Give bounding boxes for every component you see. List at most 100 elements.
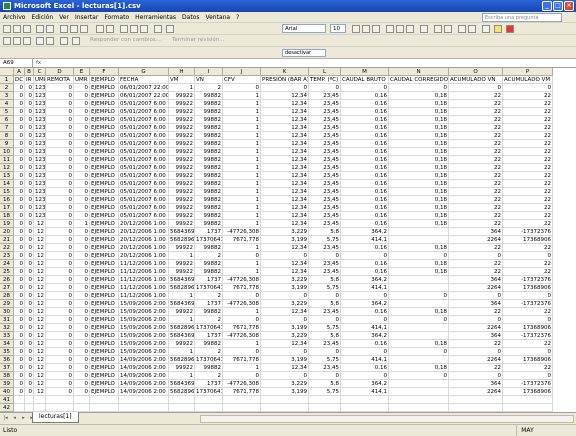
grid-cell[interactable]: 05/01/2007 6:00 [119, 108, 169, 116]
row-header[interactable]: 34 [0, 340, 14, 348]
column-header[interactable]: K [261, 68, 309, 76]
grid-cell[interactable]: 0 [25, 260, 34, 268]
grid-cell[interactable]: 0 [74, 180, 90, 188]
grid-cell[interactable]: 414,1 [341, 324, 389, 332]
grid-cell[interactable]: 12,34 [261, 132, 309, 140]
menu-item[interactable]: Insertar [72, 12, 101, 23]
grid-cell[interactable]: 0,16 [341, 116, 389, 124]
grid-cell[interactable]: 0,16 [341, 204, 389, 212]
menu-item[interactable]: ? [233, 12, 242, 23]
grid-cell[interactable] [309, 396, 341, 404]
grid-cell[interactable]: 0 [46, 100, 74, 108]
grid-cell[interactable]: 1 [223, 124, 261, 132]
grid-cell[interactable]: 0 [46, 236, 74, 244]
row-header[interactable]: 27 [0, 284, 14, 292]
grid-cell[interactable]: 0,16 [341, 132, 389, 140]
grid-cell[interactable]: EJEMPLO [90, 332, 119, 340]
grid-cell[interactable]: 23,45 [309, 148, 341, 156]
grid-cell[interactable]: 5682896 [169, 388, 195, 396]
grid-cell[interactable] [119, 404, 169, 412]
grid-cell[interactable]: 22 [503, 180, 553, 188]
grid-cell[interactable]: 22 [503, 124, 553, 132]
redo-icon[interactable] [106, 25, 114, 33]
grid-cell[interactable]: 1 [74, 220, 90, 228]
grid-cell[interactable]: 0,16 [341, 340, 389, 348]
grid-cell[interactable]: 22 [449, 108, 503, 116]
grid-cell[interactable]: 123 [34, 132, 46, 140]
grid-cell[interactable]: FECHA [119, 76, 169, 84]
grid-cell[interactable]: 99922 [169, 172, 195, 180]
grid-cell[interactable]: 12,34 [261, 220, 309, 228]
grid-cell[interactable]: 0 [25, 108, 34, 116]
menu-item[interactable]: Herramientas [132, 12, 179, 23]
row-header[interactable]: 18 [0, 212, 14, 220]
grid-cell[interactable]: 05/01/2007 6:00 [119, 132, 169, 140]
grid-cell[interactable]: CAUDAL BRUTO [341, 76, 389, 84]
grid-cell[interactable]: 22 [449, 172, 503, 180]
cut-icon[interactable] [60, 25, 68, 33]
row-header[interactable]: 11 [0, 156, 14, 164]
grid-cell[interactable]: 12 [34, 252, 46, 260]
grid-cell[interactable]: 05/01/2007 6:00 [119, 140, 169, 148]
column-header[interactable]: O [449, 68, 503, 76]
grid-cell[interactable]: EJEMPLO [90, 220, 119, 228]
grid-cell[interactable]: EJEMPLO [90, 92, 119, 100]
first-sheet-icon[interactable]: |◂ [2, 415, 9, 422]
grid-cell[interactable]: 0 [74, 92, 90, 100]
grid-cell[interactable]: 2 [195, 292, 223, 300]
grid-cell[interactable]: 414,1 [341, 284, 389, 292]
grid-cell[interactable]: 05/01/2007 6:00 [119, 172, 169, 180]
grid-cell[interactable]: 7671,778 [223, 284, 261, 292]
grid-cell[interactable]: 22 [503, 172, 553, 180]
grid-cell[interactable]: 5682896 [169, 284, 195, 292]
grid-cell[interactable]: 12 [34, 300, 46, 308]
grid-cell[interactable]: 0,18 [389, 364, 449, 372]
open-folder-icon[interactable] [13, 25, 21, 33]
grid-cell[interactable]: 12 [34, 324, 46, 332]
grid-cell[interactable]: 0,16 [341, 220, 389, 228]
grid-cell[interactable]: 99922 [169, 132, 195, 140]
grid-cell[interactable]: 0 [74, 348, 90, 356]
grid-cell[interactable]: 5,75 [309, 324, 341, 332]
grid-cell[interactable]: 99922 [169, 108, 195, 116]
grid-cell[interactable]: 0,18 [389, 108, 449, 116]
grid-cell[interactable]: 123 [34, 124, 46, 132]
grid-cell[interactable]: 1 [169, 84, 195, 92]
grid-cell[interactable]: 23,45 [309, 244, 341, 252]
grid-cell[interactable]: 1737 [195, 332, 223, 340]
row-header[interactable]: 26 [0, 276, 14, 284]
grid-cell[interactable]: 12,34 [261, 196, 309, 204]
grid-cell[interactable]: 1 [223, 244, 261, 252]
grid-cell[interactable]: EJEMPLO [90, 228, 119, 236]
grid-cell[interactable]: 0 [25, 348, 34, 356]
grid-cell[interactable]: 15/09/2006 2:00 [119, 340, 169, 348]
grid-cell[interactable]: 0 [14, 268, 25, 276]
grid-cell[interactable]: 1 [223, 212, 261, 220]
grid-cell[interactable]: 5,75 [309, 284, 341, 292]
grid-cell[interactable]: 22 [503, 164, 553, 172]
grid-cell[interactable]: 12 [34, 236, 46, 244]
grid-cell[interactable]: 0 [46, 124, 74, 132]
next-sheet-icon[interactable]: ▸ [20, 415, 27, 422]
grid-cell[interactable]: 22 [449, 364, 503, 372]
grid-cell[interactable]: 0 [14, 228, 25, 236]
grid-cell[interactable]: 0 [46, 356, 74, 364]
grid-cell[interactable]: 0 [503, 292, 553, 300]
align-right-icon[interactable] [406, 25, 414, 33]
grid-cell[interactable]: 0 [14, 332, 25, 340]
grid-cell[interactable]: 15/09/2006 2:00 [119, 308, 169, 316]
grid-cell[interactable]: 12,34 [261, 180, 309, 188]
grid-cell[interactable]: 0 [25, 204, 34, 212]
close-button[interactable]: × [564, 1, 574, 11]
grid-cell[interactable]: 11/12/2006 1:00 [119, 292, 169, 300]
undo-icon[interactable] [96, 25, 104, 33]
grid-cell[interactable]: -17372376 [503, 300, 553, 308]
grid-cell[interactable]: 0 [14, 148, 25, 156]
grid-cell[interactable]: UMI [34, 76, 46, 84]
grid-cell[interactable]: EJEMPLO [90, 388, 119, 396]
grid-cell[interactable]: 17370641 [195, 236, 223, 244]
grid-cell[interactable]: -47726,308 [223, 228, 261, 236]
column-header[interactable]: E [74, 68, 90, 76]
grid-cell[interactable]: EJEMPLO [90, 116, 119, 124]
grid-cell[interactable]: 0 [25, 364, 34, 372]
